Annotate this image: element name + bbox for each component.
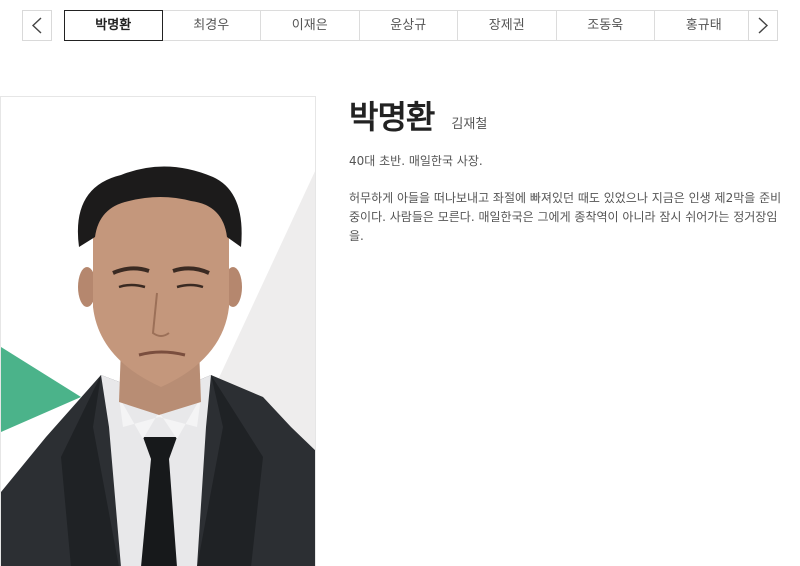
tab-character-1[interactable]: 박명환	[64, 10, 163, 41]
tab-character-6[interactable]: 조동욱	[556, 10, 655, 41]
character-tabs: 박명환 최경우 이재은 윤상규 장제권 조동욱 홍규태	[64, 10, 754, 41]
chevron-left-icon	[31, 17, 42, 34]
chevron-right-icon	[758, 17, 769, 34]
tab-character-4[interactable]: 윤상규	[359, 10, 458, 41]
character-role: 40대 초반. 매일한국 사장.	[349, 154, 483, 168]
tab-character-5[interactable]: 장제권	[458, 10, 557, 41]
character-tab-bar: 박명환 최경우 이재은 윤상규 장제권 조동욱 홍규태	[22, 10, 778, 41]
character-name: 박명환	[349, 98, 435, 136]
tab-character-7[interactable]: 홍규태	[655, 10, 754, 41]
prev-button[interactable]	[22, 10, 52, 41]
tab-character-2[interactable]: 최경우	[162, 10, 261, 41]
character-profile-page: 박명환 최경우 이재은 윤상규 장제권 조동욱 홍규태 박명환 김재철 40대 …	[0, 0, 800, 566]
character-photo	[0, 96, 316, 566]
character-profile: 박명환 김재철 40대 초반. 매일한국 사장. 허무하게 아들을 떠나보내고 …	[349, 92, 789, 246]
actor-name: 김재철	[451, 117, 488, 132]
next-button[interactable]	[748, 10, 778, 41]
face-shape	[93, 185, 229, 387]
character-description: 허무하게 아들을 떠나보내고 좌절에 빠져있던 때도 있었으나 지금은 인생 제…	[349, 191, 782, 243]
name-row: 박명환 김재철	[349, 92, 789, 138]
tab-character-3[interactable]: 이재은	[261, 10, 360, 41]
